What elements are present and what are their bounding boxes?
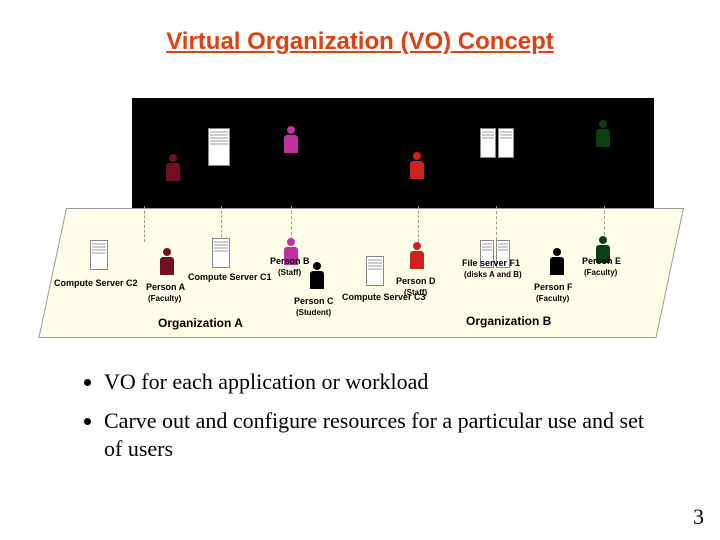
- label-person-b-role: (Staff): [278, 268, 301, 277]
- person-icon-red: [410, 152, 424, 182]
- bullet-item: Carve out and configure resources for a …: [104, 407, 644, 464]
- label-person-a-role: (Faculty): [148, 294, 181, 303]
- person-icon-maroon: [166, 154, 180, 184]
- bullet-item: VO for each application or workload: [104, 368, 644, 397]
- server-icon: [208, 128, 230, 166]
- server-icon: [90, 240, 108, 270]
- connector: [604, 206, 605, 240]
- label-person-c-role: (Student): [296, 308, 331, 317]
- label-person-c: Person C: [294, 296, 334, 306]
- label-person-d: Person D: [396, 276, 436, 286]
- label-server-c2: Compute Server C2: [54, 278, 138, 288]
- label-server-c1: Compute Server C1: [188, 272, 272, 282]
- label-server-f1-sub: (disks A and B): [464, 270, 522, 279]
- label-org-b: Organization B: [466, 314, 551, 328]
- person-icon-magenta: [284, 126, 298, 156]
- label-person-f-role: (Faculty): [536, 294, 569, 303]
- label-person-e: Person E: [582, 256, 621, 266]
- server-icon: [212, 238, 230, 268]
- person-icon-black: [310, 262, 324, 292]
- person-icon-red: [410, 242, 424, 272]
- label-person-f: Person F: [534, 282, 573, 292]
- connector: [496, 206, 497, 240]
- bullet-list: VO for each application or workload Carv…: [104, 368, 644, 474]
- label-person-b: Person B: [270, 256, 310, 266]
- person-icon-maroon: [160, 248, 174, 278]
- label-person-a: Person A: [146, 282, 185, 292]
- connector: [221, 206, 222, 242]
- slide-title: Virtual Organization (VO) Concept: [0, 0, 720, 60]
- server-icon: [366, 256, 384, 286]
- person-icon-black: [550, 248, 564, 278]
- vo-diagram: Compute Server C2 Person A (Faculty) Com…: [66, 98, 654, 338]
- connector: [418, 206, 419, 242]
- server-pair-icon: [480, 128, 514, 158]
- label-person-e-role: (Faculty): [584, 268, 617, 277]
- label-server-f1: File server F1: [462, 258, 520, 268]
- connector: [144, 206, 145, 242]
- label-person-d-role: (Staff): [404, 288, 427, 297]
- person-icon-darkgreen: [596, 120, 610, 150]
- page-number: 3: [693, 504, 704, 530]
- connector: [291, 206, 292, 240]
- label-org-a: Organization A: [158, 316, 243, 330]
